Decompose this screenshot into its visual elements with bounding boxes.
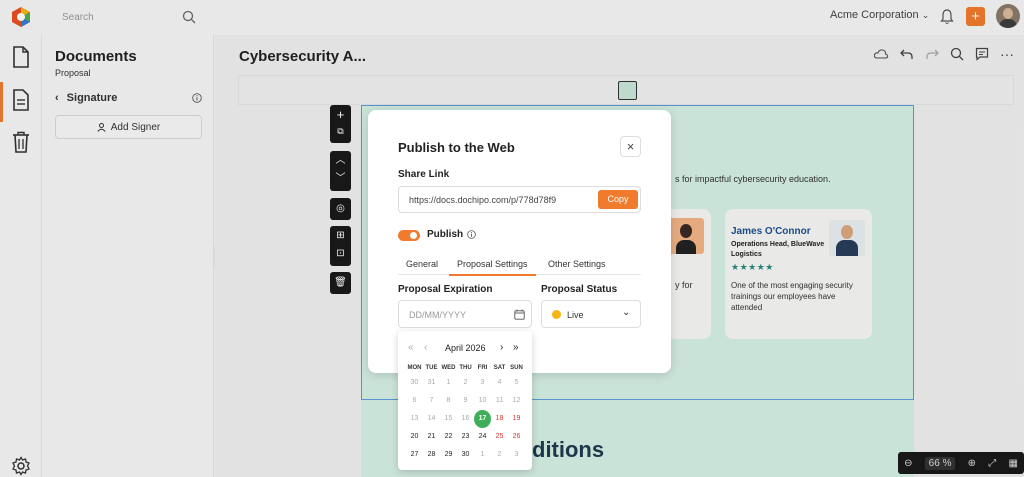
weekday-label: WED xyxy=(441,365,456,371)
next-month-icon[interactable]: › xyxy=(500,342,503,353)
status-select[interactable]: Live ⌄ xyxy=(541,300,641,328)
calendar-day[interactable]: 28 xyxy=(423,446,440,464)
weekday-label: MON xyxy=(407,365,422,371)
calendar-month-label[interactable]: April 2026 xyxy=(445,343,486,353)
prev-year-icon[interactable]: « xyxy=(408,342,414,353)
calendar-day[interactable]: 26 xyxy=(508,428,525,446)
calendar-day[interactable]: 2 xyxy=(457,374,474,392)
expiration-placeholder: DD/MM/YYYY xyxy=(409,310,467,320)
publish-toggle[interactable] xyxy=(398,230,420,241)
calendar-day[interactable]: 6 xyxy=(406,392,423,410)
expiration-label: Proposal Expiration xyxy=(398,284,493,295)
calendar-day[interactable]: 22 xyxy=(440,428,457,446)
calendar-day[interactable]: 21 xyxy=(423,428,440,446)
calendar-day[interactable]: 7 xyxy=(423,392,440,410)
next-year-icon[interactable]: » xyxy=(513,342,519,353)
calendar-day[interactable]: 25 xyxy=(491,428,508,446)
calendar-day[interactable]: 24 xyxy=(474,428,491,446)
calendar-day[interactable]: 10 xyxy=(474,392,491,410)
calendar-day[interactable]: 18 xyxy=(491,410,508,428)
calendar-day[interactable]: 31 xyxy=(423,374,440,392)
calendar-day[interactable]: 16 xyxy=(457,410,474,428)
publish-label: Publish xyxy=(427,229,464,240)
weekday-header: MON TUE WED THU FRI SAT SUN xyxy=(406,362,525,374)
calendar-day[interactable]: 30 xyxy=(406,374,423,392)
status-value: Live xyxy=(567,310,584,320)
weekday-label: SAT xyxy=(493,365,506,371)
calendar-day[interactable]: 1 xyxy=(440,374,457,392)
chevron-down-icon: ⌄ xyxy=(622,307,631,318)
calendar-day[interactable]: 23 xyxy=(457,428,474,446)
prev-month-icon[interactable]: ‹ xyxy=(424,342,427,353)
calendar-day[interactable]: 14 xyxy=(423,410,440,428)
calendar-day[interactable]: 1 xyxy=(474,446,491,464)
calendar-day[interactable]: 8 xyxy=(440,392,457,410)
share-link-label: Share Link xyxy=(398,169,450,180)
weekday-label: THU xyxy=(459,365,472,371)
info-icon[interactable] xyxy=(467,230,476,239)
status-dot xyxy=(552,310,561,319)
calendar-day[interactable]: 12 xyxy=(508,392,525,410)
calendar-day[interactable]: 15 xyxy=(440,410,457,428)
weekday-label: FRI xyxy=(477,365,488,371)
status-label: Proposal Status xyxy=(541,284,618,295)
modal-title: Publish to the Web xyxy=(398,140,515,155)
weekday-label: SUN xyxy=(510,365,523,371)
calendar-days: 30 31 1 2 3 4 5 6 7 8 9 10 11 12 13 14 15 16 17 18 19 20 21 22 2… xyxy=(406,374,525,464)
calendar-day[interactable]: 11 xyxy=(491,392,508,410)
weekday-label: TUE xyxy=(425,365,438,371)
calendar-day[interactable]: 13 xyxy=(406,410,423,428)
tab-general[interactable]: General xyxy=(406,259,438,269)
calendar-day[interactable]: 2 xyxy=(491,446,508,464)
close-icon[interactable]: × xyxy=(620,136,641,157)
calendar-day[interactable]: 9 xyxy=(457,392,474,410)
share-link-field[interactable]: https://docs.dochipo.com/p/778d78f9 Copy xyxy=(398,186,641,213)
tab-proposal-settings[interactable]: Proposal Settings xyxy=(449,259,536,276)
calendar-day[interactable]: 4 xyxy=(491,374,508,392)
calendar-icon[interactable] xyxy=(514,309,525,320)
calendar-day[interactable]: 17 xyxy=(474,410,491,428)
copy-button[interactable]: Copy xyxy=(598,190,638,209)
tab-other-settings[interactable]: Other Settings xyxy=(548,259,606,269)
calendar-day[interactable]: 29 xyxy=(440,446,457,464)
calendar-day[interactable]: 3 xyxy=(474,374,491,392)
calendar-day[interactable]: 19 xyxy=(508,410,525,428)
calendar-day[interactable]: 20 xyxy=(406,428,423,446)
calendar-day[interactable]: 27 xyxy=(406,446,423,464)
calendar-day[interactable]: 5 xyxy=(508,374,525,392)
calendar-day[interactable]: 3 xyxy=(508,446,525,464)
date-picker: « ‹ April 2026 › » MON TUE WED THU FRI SAT SUN… xyxy=(398,331,532,470)
expiration-date-input[interactable]: DD/MM/YYYY xyxy=(398,300,532,328)
share-link-url[interactable]: https://docs.dochipo.com/p/778d78f9 xyxy=(409,195,556,205)
calendar-day[interactable]: 30 xyxy=(457,446,474,464)
